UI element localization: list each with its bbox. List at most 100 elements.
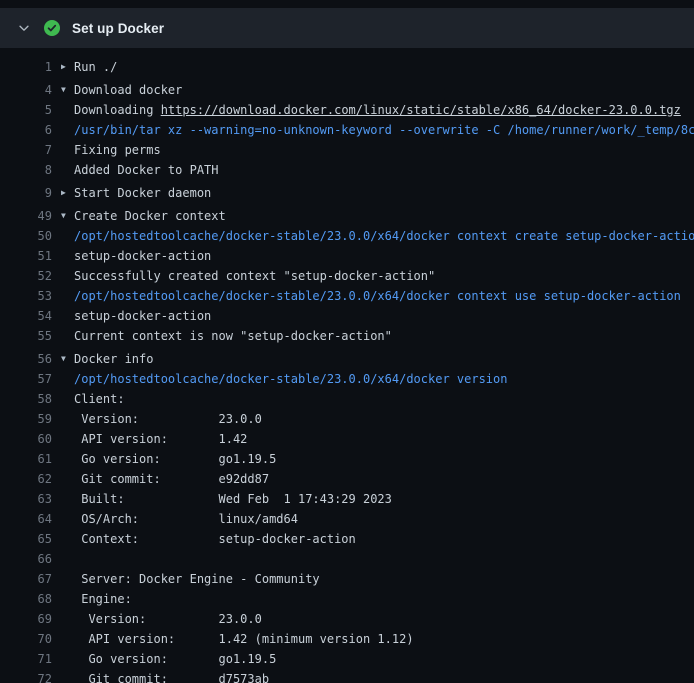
log-line: 54 setup-docker-action [0, 306, 694, 326]
log-command-text: /opt/hostedtoolcache/docker-stable/23.0.… [74, 289, 681, 303]
log-link[interactable]: https://download.docker.com/linux/static… [161, 103, 681, 117]
log-line: 52Successfully created context "setup-do… [0, 266, 694, 286]
log-text: Client: [74, 389, 694, 409]
chevron-down-icon[interactable] [16, 20, 32, 36]
step-title: Set up Docker [72, 21, 164, 36]
icon-spacer [61, 449, 74, 469]
icon-spacer [61, 489, 74, 509]
icon-spacer [61, 469, 74, 489]
log-line: 59 Version: 23.0.0 [0, 409, 694, 429]
check-circle-success-icon [44, 20, 60, 36]
log-text-segment: Go version: go1.19.5 [74, 652, 276, 666]
log-text: Server: Docker Engine - Community [74, 569, 694, 589]
log-text: Fixing perms [74, 140, 694, 160]
line-number[interactable]: 63 [0, 489, 52, 509]
line-number[interactable]: 53 [0, 286, 52, 306]
line-number[interactable]: 1 [0, 57, 52, 77]
icon-spacer [61, 549, 74, 569]
icon-spacer [61, 509, 74, 529]
line-number[interactable]: 9 [0, 183, 52, 203]
line-number[interactable]: 50 [0, 226, 52, 246]
line-number[interactable]: 6 [0, 120, 52, 140]
log-text-segment: Git commit: e92dd87 [74, 472, 269, 486]
log-group-row[interactable]: 4▼Download docker [0, 80, 694, 100]
line-number[interactable]: 8 [0, 160, 52, 180]
line-number[interactable]: 55 [0, 326, 52, 346]
log-group-row[interactable]: 9▶Start Docker daemon [0, 183, 694, 203]
icon-spacer [61, 569, 74, 589]
log-line: 69 Version: 23.0.0 [0, 609, 694, 629]
line-number[interactable]: 59 [0, 409, 52, 429]
icon-spacer [61, 669, 74, 683]
log-text: Go version: go1.19.5 [74, 649, 694, 669]
log-text: Downloading https://download.docker.com/… [74, 100, 694, 120]
log-line: 62 Git commit: e92dd87 [0, 469, 694, 489]
line-number[interactable]: 65 [0, 529, 52, 549]
icon-spacer [61, 100, 74, 120]
log-text: /opt/hostedtoolcache/docker-stable/23.0.… [74, 226, 694, 246]
log-line: 63 Built: Wed Feb 1 17:43:29 2023 [0, 489, 694, 509]
log-text-segment: Version: 23.0.0 [74, 412, 262, 426]
line-number[interactable]: 7 [0, 140, 52, 160]
line-number[interactable]: 69 [0, 609, 52, 629]
icon-spacer [61, 649, 74, 669]
log-group-row[interactable]: 49▼Create Docker context [0, 206, 694, 226]
line-number[interactable]: 60 [0, 429, 52, 449]
line-number[interactable]: 62 [0, 469, 52, 489]
log-text: Docker info [74, 349, 694, 369]
icon-spacer [61, 286, 74, 306]
log-text-segment: Added Docker to PATH [74, 163, 219, 177]
log-text-segment: Engine: [74, 592, 132, 606]
log-text-segment: setup-docker-action [74, 309, 211, 323]
log-text-segment: Client: [74, 392, 125, 406]
icon-spacer [61, 266, 74, 286]
line-number[interactable]: 66 [0, 549, 52, 569]
log-text-segment: Version: 23.0.0 [74, 612, 262, 626]
line-number[interactable]: 54 [0, 306, 52, 326]
line-number[interactable]: 51 [0, 246, 52, 266]
log-line: 65 Context: setup-docker-action [0, 529, 694, 549]
icon-spacer [61, 306, 74, 326]
log-group-row[interactable]: 1▶Run ./ [0, 57, 694, 77]
log-text: Context: setup-docker-action [74, 529, 694, 549]
log-text: setup-docker-action [74, 246, 694, 266]
log-line: 67 Server: Docker Engine - Community [0, 569, 694, 589]
line-number[interactable]: 67 [0, 569, 52, 589]
log-group-row[interactable]: 56▼Docker info [0, 349, 694, 369]
line-number[interactable]: 49 [0, 206, 52, 226]
line-number[interactable]: 57 [0, 369, 52, 389]
log-command-text: /opt/hostedtoolcache/docker-stable/23.0.… [74, 372, 507, 386]
line-number[interactable]: 5 [0, 100, 52, 120]
chevron-down-icon: ▼ [61, 80, 74, 100]
icon-spacer [61, 529, 74, 549]
line-number[interactable]: 68 [0, 589, 52, 609]
log-text-segment: Create Docker context [74, 209, 226, 223]
log-text: Git commit: d7573ab [74, 669, 694, 683]
line-number[interactable]: 72 [0, 669, 52, 683]
log-text-segment: API version: 1.42 (minimum version 1.12) [74, 632, 414, 646]
log-line: 7 Fixing perms [0, 140, 694, 160]
log-text-segment: setup-docker-action [74, 249, 211, 263]
line-number[interactable]: 58 [0, 389, 52, 409]
log-text-segment: Built: Wed Feb 1 17:43:29 2023 [74, 492, 392, 506]
log-line: 71 Go version: go1.19.5 [0, 649, 694, 669]
icon-spacer [61, 609, 74, 629]
line-number[interactable]: 4 [0, 80, 52, 100]
log-line: 57/opt/hostedtoolcache/docker-stable/23.… [0, 369, 694, 389]
log-line: 68 Engine: [0, 589, 694, 609]
step-header[interactable]: Set up Docker [0, 8, 694, 48]
line-number[interactable]: 56 [0, 349, 52, 369]
log-text-segment: Downloading [74, 103, 161, 117]
icon-spacer [61, 326, 74, 346]
line-number[interactable]: 64 [0, 509, 52, 529]
icon-spacer [61, 120, 74, 140]
line-number[interactable]: 71 [0, 649, 52, 669]
log-text-segment: Run ./ [74, 60, 117, 74]
log-text: Start Docker daemon [74, 183, 694, 203]
icon-spacer [61, 389, 74, 409]
line-number[interactable]: 52 [0, 266, 52, 286]
line-number[interactable]: 70 [0, 629, 52, 649]
log-line: 55Current context is now "setup-docker-a… [0, 326, 694, 346]
log-text-segment: Git commit: d7573ab [74, 672, 269, 683]
line-number[interactable]: 61 [0, 449, 52, 469]
